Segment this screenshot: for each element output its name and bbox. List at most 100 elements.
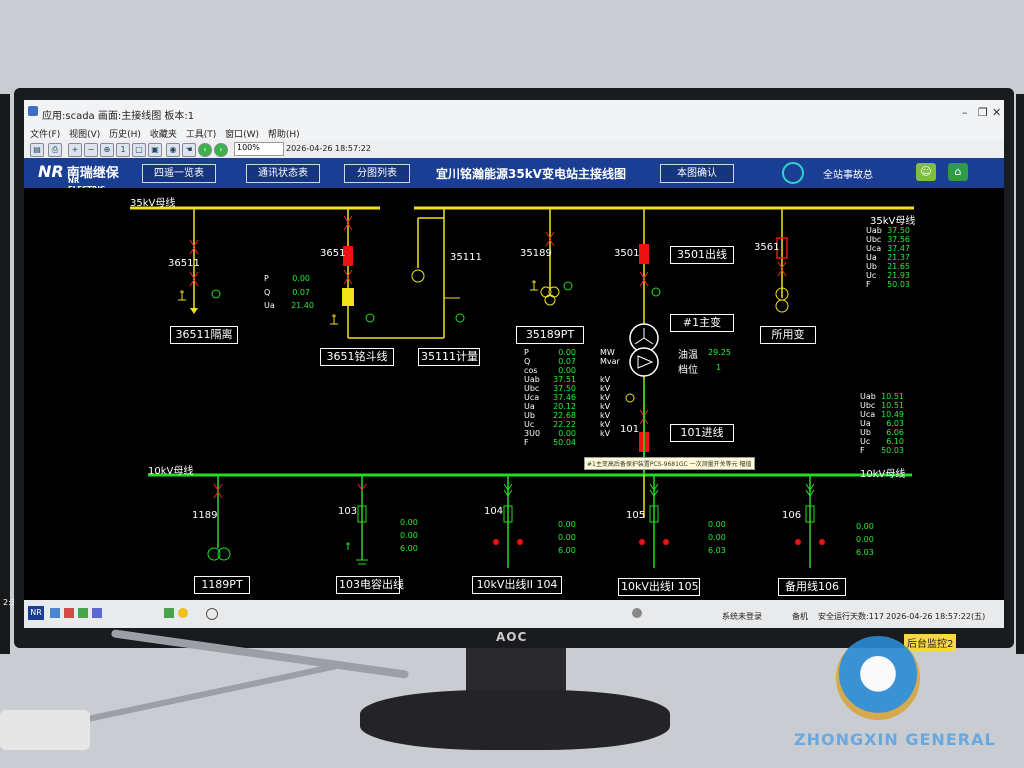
print-icon[interactable]: ⎙	[48, 143, 62, 157]
host-role: 备机	[792, 612, 808, 621]
bus35-ubc: Ubc 37.56	[866, 235, 910, 244]
switch-105-label[interactable]: 105	[626, 510, 645, 521]
window-title: 应用:scada 画面:主接线图 板本:1	[42, 111, 195, 122]
zoom-out-icon[interactable]: −	[84, 143, 98, 157]
box-104-feeder[interactable]: 10kV出线II 104	[472, 576, 562, 594]
feeder105-p: 0.00	[708, 520, 726, 529]
menu-help[interactable]: 帮助(H)	[268, 127, 300, 140]
open-folder-icon[interactable]: ▤	[30, 143, 44, 157]
menu-tools[interactable]: 工具(T)	[186, 127, 217, 140]
switch-1189-label[interactable]: 1189	[192, 510, 217, 521]
box-1189-pt[interactable]: 1189PT	[194, 576, 250, 594]
switch-35189-label[interactable]: 35189	[520, 248, 552, 259]
box-35111-metering[interactable]: 35111计量	[418, 348, 480, 366]
box-106-spare[interactable]: 备用线106	[778, 578, 846, 596]
box-station-transformer[interactable]: 所用变	[760, 326, 816, 344]
menu-file[interactable]: 文件(F)	[30, 127, 60, 140]
left-monitor-edge	[0, 94, 10, 654]
taskbar-search-icon[interactable]	[206, 608, 218, 620]
feeder-106	[795, 475, 825, 568]
zoom-actual-icon[interactable]: 1	[116, 143, 130, 157]
sub-diagram-list-button[interactable]: 分图列表	[344, 164, 410, 183]
tx-uab: Uab 37.51 kV	[524, 375, 611, 384]
feeder104-p: 0.00	[558, 520, 576, 529]
switch-104-label[interactable]: 104	[484, 506, 503, 517]
status-time: 2026-04-26 18:57:22(五)	[886, 612, 986, 621]
single-line-diagram: 35kV母线 35kV母线 10kV母线 10kV母线 36511 3651 3…	[24, 188, 1004, 600]
scada-screen: 应用:scada 画面:主接线图 板本:1 – ❐ ✕ 文件(F) 视图(V) …	[24, 100, 1004, 628]
bus35-ub: Ub 21.65	[866, 262, 910, 271]
box-36511-isolation[interactable]: 36511隔离	[170, 326, 238, 344]
switch-106-label[interactable]: 106	[782, 510, 801, 521]
comm-status-button[interactable]: 通讯状态表	[246, 164, 320, 183]
tap-value: 1	[716, 363, 722, 372]
taskbar-light-icon[interactable]	[178, 608, 188, 618]
switch-3561-label[interactable]: 3561	[754, 242, 779, 253]
bus10-ub: Ub 6.06	[860, 428, 904, 437]
taskbar-graph-icon[interactable]	[164, 608, 174, 618]
hand-icon[interactable]: ☚	[182, 143, 196, 157]
taskbar-logo-icon[interactable]: NR	[28, 606, 44, 620]
switch-35111-label[interactable]: 35111	[450, 252, 482, 263]
bus10-ua: Ua 6.03	[860, 419, 904, 428]
feeder103-p: 0.00	[400, 518, 418, 527]
home-icon[interactable]: ⌂	[948, 163, 968, 181]
taskbar-app-icon[interactable]	[50, 608, 60, 618]
close-icon[interactable]: ✕	[992, 106, 1001, 119]
bus10-uca: Uca 10.49	[860, 410, 904, 419]
box-103-capacitor[interactable]: 103电容出线	[336, 576, 404, 594]
switch-36511-label[interactable]: 36511	[168, 258, 200, 269]
menu-window[interactable]: 窗口(W)	[225, 127, 259, 140]
monitor-label: 后台监控2	[904, 634, 957, 651]
operator-icon[interactable]: ☺	[916, 163, 936, 181]
forward-icon[interactable]: ›	[214, 143, 228, 157]
feeder106-p: 0.00	[856, 522, 874, 531]
bus-10kv-right-label: 10kV母线	[860, 469, 906, 480]
box-35189-pt[interactable]: 35189PT	[516, 326, 584, 344]
feeder105-meas: 0.00 0.00 6.03	[708, 520, 726, 555]
feeder106-u: 6.03	[856, 548, 874, 557]
restore-icon[interactable]: ❐	[978, 106, 988, 119]
zoom-in-icon[interactable]: +	[68, 143, 82, 157]
status-bar: NR 系统未登录 备机 安全运行天数:117 2026-04-26 18:57:…	[24, 600, 1004, 628]
switch-3651-label[interactable]: 3651	[320, 248, 345, 259]
bus-35kv-left-label: 35kV母线	[130, 198, 176, 209]
switch-103-label[interactable]: 103	[338, 506, 357, 517]
taskbar-query-icon[interactable]	[92, 608, 102, 618]
box-3501-outgoing[interactable]: 3501出线	[670, 246, 734, 264]
taskbar-alarm-icon[interactable]	[64, 608, 74, 618]
feeder103-meas: 0.00 0.00 6.00	[400, 518, 418, 553]
menu-view[interactable]: 视图(V)	[69, 127, 100, 140]
bus-35kv-right-label: 35kV母线	[870, 216, 916, 227]
box-main-transformer[interactable]: #1主变	[670, 314, 734, 332]
box-101-incoming[interactable]: 101进线	[670, 424, 734, 442]
zoom-window-icon[interactable]: ▢	[132, 143, 146, 157]
back-icon[interactable]: ‹	[198, 143, 212, 157]
minimize-icon[interactable]: –	[962, 106, 968, 119]
feeder104-meas: 0.00 0.00 6.00	[558, 520, 576, 555]
menu-favorites[interactable]: 收藏夹	[150, 127, 177, 140]
four-remote-list-button[interactable]: 四遥一览表	[142, 164, 216, 183]
oil-temp-label: 油温	[678, 350, 698, 361]
menu-history[interactable]: 历史(H)	[109, 127, 141, 140]
bus10-ubc: Ubc 10.51	[860, 401, 904, 410]
box-3651-line[interactable]: 3651铭斗线	[320, 348, 394, 366]
monitor-base	[360, 690, 670, 750]
user-icon[interactable]	[632, 608, 642, 618]
toolbar: ▤ ⎙ + − ⊕ 1 ▢ ▣ ◉ ☚ ‹ › 100% 2026-04-26 …	[24, 140, 1004, 159]
confirm-diagram-button[interactable]: 本图确认	[660, 164, 734, 183]
screen-icon[interactable]: ▣	[148, 143, 162, 157]
zoom-select[interactable]: 100%	[234, 142, 284, 156]
accident-indicator[interactable]	[782, 162, 804, 184]
oil-temp-value: 29.25	[708, 348, 731, 357]
bus35-ua: Ua 21.37	[866, 253, 910, 262]
tx-f: F 50.04	[524, 438, 576, 447]
camera-icon[interactable]: ◉	[166, 143, 180, 157]
feeder105-q: 0.00	[708, 533, 726, 542]
zoom-fit-icon[interactable]: ⊕	[100, 143, 114, 157]
switch-3501-label[interactable]: 3501	[614, 248, 639, 259]
taskbar-monitor-icon[interactable]	[78, 608, 88, 618]
box-105-feeder[interactable]: 10kV出线I 105	[618, 578, 700, 596]
tx-ub: Ub 22.68 kV	[524, 411, 611, 420]
bus35-uca: Uca 37.47	[866, 244, 910, 253]
